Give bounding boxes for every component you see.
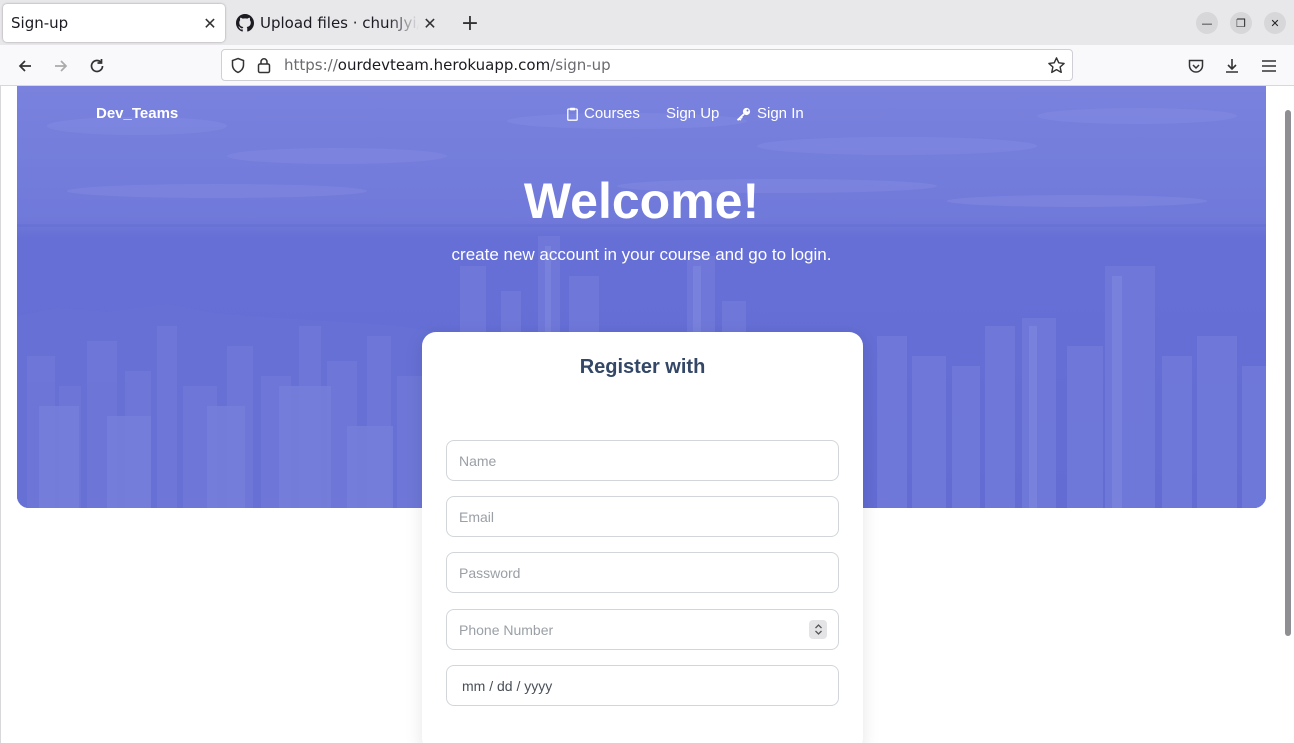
close-tab-icon[interactable]: ✕ [419,12,441,34]
nav-sign-in-link[interactable]: Sign In [736,105,804,122]
phone-placeholder: Phone Number [459,621,554,638]
hero-title: Welcome! [523,173,760,229]
download-icon[interactable] [1219,53,1245,79]
reload-icon[interactable] [84,53,110,79]
tab-bar: Sign-up ✕ Upload files · chunJyi/DevTeam… [0,0,1294,45]
date-placeholder: mm / dd / yyyy [462,677,553,694]
password-field[interactable]: Password [446,552,839,593]
nav-sign-in-label: Sign In [757,105,804,122]
close-tab-icon[interactable]: ✕ [199,12,221,34]
back-arrow-icon[interactable] [12,53,38,79]
birth-date-field[interactable]: mm / dd / yyyy [446,665,839,706]
star-icon[interactable] [1047,56,1066,79]
nav-sign-up-label: Sign Up [666,105,720,122]
email-field[interactable]: Email [446,496,839,537]
tab-title: Sign-up [11,14,69,32]
tab-sign-up[interactable]: Sign-up ✕ [3,4,225,42]
menu-icon[interactable] [1256,53,1282,79]
email-placeholder: Email [459,508,495,525]
nav-courses-label: Courses [584,105,640,122]
pocket-icon[interactable] [1183,53,1209,79]
tab-title: Upload files · chunJyi/DevTeams [260,14,419,32]
forward-arrow-icon[interactable] [48,53,74,79]
clipboard-icon [567,107,578,121]
name-placeholder: Name [459,452,497,469]
nav-courses-link[interactable]: Courses [567,105,640,122]
minimize-icon[interactable]: — [1196,12,1218,34]
shield-icon[interactable] [230,57,246,78]
restore-icon[interactable]: ❐ [1230,12,1252,34]
password-placeholder: Password [459,564,521,581]
phone-number-field[interactable]: Phone Number [446,609,839,650]
url-text[interactable]: https://ourdevteam.herokuapp.com/sign-up [284,56,611,74]
register-card: Register with Name Email Password Phone … [422,332,863,743]
github-icon [236,14,254,32]
navigation-toolbar: https://ourdevteam.herokuapp.com/sign-up [0,45,1294,86]
name-field[interactable]: Name [446,440,839,481]
tab-upload-files[interactable]: Upload files · chunJyi/DevTeams ✕ [233,4,445,42]
close-icon[interactable]: ✕ [1264,12,1286,34]
hero-subtitle: create new account in your course and go… [451,245,832,264]
register-title: Register with [579,356,706,378]
url-bar[interactable]: https://ourdevteam.herokuapp.com/sign-up [221,49,1073,81]
lock-icon[interactable] [257,57,271,78]
page-viewport: Dev_Teams Courses Sign Up Sign In Welcom… [0,86,1294,743]
number-spinner-icon[interactable] [809,620,827,639]
nav-sign-up-link[interactable]: Sign Up [666,105,719,122]
site-brand[interactable]: Dev_Teams [96,105,178,122]
scrollbar-thumb[interactable] [1285,110,1291,636]
plus-icon[interactable]: + [458,11,482,36]
key-icon [736,107,751,121]
scrollbar[interactable] [1280,86,1294,743]
